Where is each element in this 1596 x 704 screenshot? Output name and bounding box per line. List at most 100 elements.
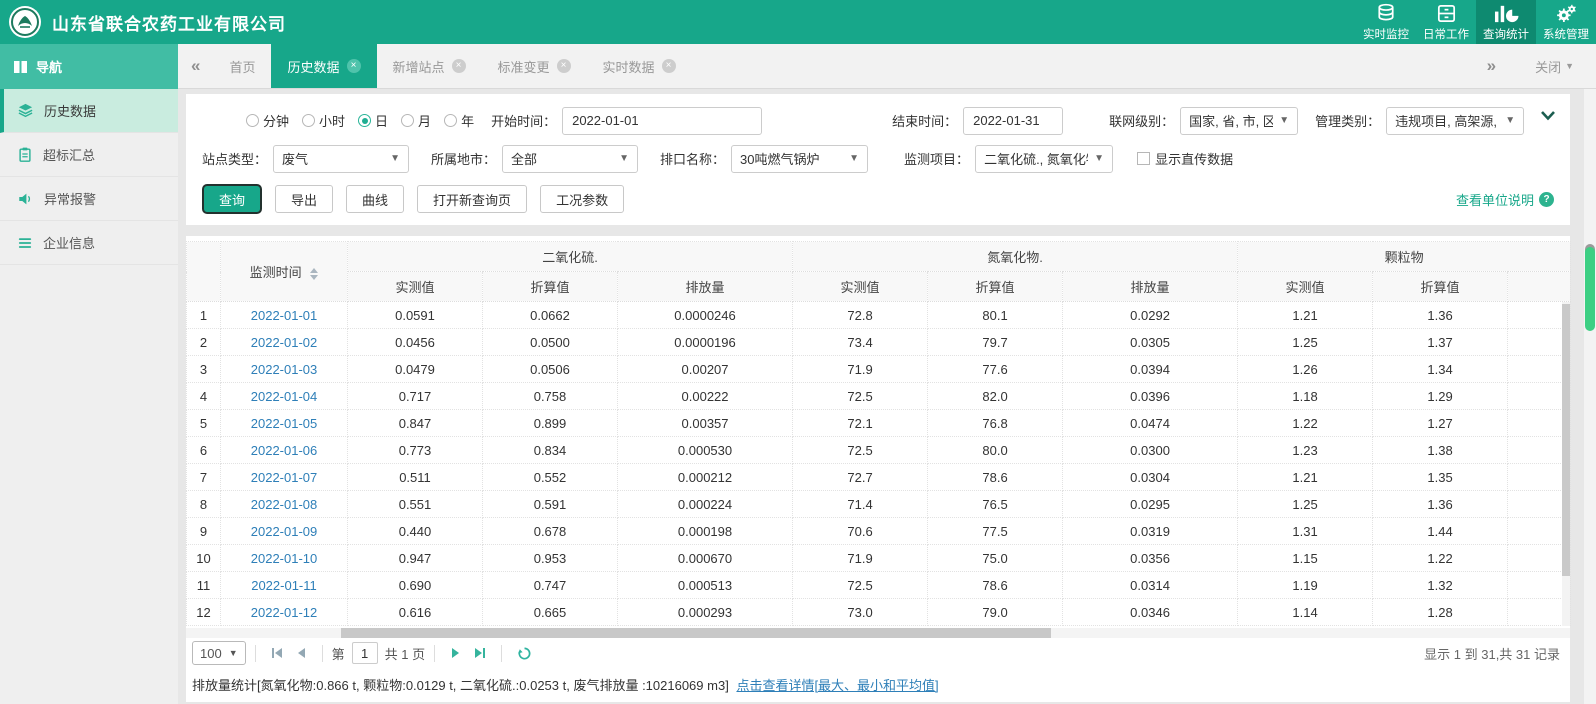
close-icon[interactable]: × (451, 59, 466, 73)
value-cell: 72.1 (792, 409, 929, 437)
sort-icon[interactable] (310, 267, 319, 280)
station-type-label: 站点类型： (202, 152, 268, 167)
radio-hour[interactable]: 小时 (302, 111, 345, 130)
date-link[interactable]: 2022-01-03 (251, 362, 318, 377)
value-cell: 0.0295 (1062, 490, 1239, 518)
radio-icon (401, 114, 415, 127)
unit-help-link[interactable]: 查看单位说明 ? (1456, 190, 1554, 209)
date-link[interactable]: 2022-01-11 (251, 578, 317, 593)
value-cell: 1.18 (1237, 382, 1374, 410)
curve-button[interactable]: 曲线 (346, 185, 405, 213)
tab-home[interactable]: 首页 (213, 44, 271, 88)
value-cell: 0.747 (482, 571, 618, 599)
sidebar-item-exceed-summary[interactable]: 超标汇总 (0, 133, 178, 177)
value-cell: 1.15 (1237, 544, 1374, 572)
close-tabs-dropdown[interactable]: 关闭 ▼ (1535, 57, 1574, 76)
radio-month[interactable]: 月 (401, 111, 431, 130)
value-cell: 0.0300 (1062, 436, 1239, 464)
export-button[interactable]: 导出 (275, 185, 334, 213)
value-cell: 73.0 (792, 598, 929, 626)
date-link[interactable]: 2022-01-04 (251, 389, 318, 404)
close-icon[interactable]: × (661, 59, 676, 73)
window-scrollbar[interactable] (1584, 89, 1596, 704)
sidebar-item-history-data[interactable]: 历史数据 (0, 89, 178, 133)
manage-category-select[interactable]: 违规项目, 高架源, 重点排; ▼ (1386, 106, 1525, 135)
pagination-bar: 100 ▼ 第 共 1 页 (186, 638, 1570, 668)
refresh-icon[interactable] (511, 646, 538, 661)
scrollbar-thumb[interactable] (1585, 247, 1595, 331)
value-cell: 0.665 (482, 598, 618, 626)
date-link[interactable]: 2022-01-10 (251, 551, 318, 566)
tab-history-data[interactable]: 历史数据 × (271, 44, 377, 88)
value-cell: 0.0292 (1062, 301, 1239, 329)
date-link[interactable]: 2022-01-05 (251, 416, 318, 431)
date-link[interactable]: 2022-01-12 (251, 605, 318, 620)
value-cell: 1.21 (1237, 463, 1374, 491)
page-size-select[interactable]: 100 ▼ (192, 641, 246, 665)
date-link[interactable]: 2022-01-07 (251, 470, 318, 485)
table-horizontal-scrollbar[interactable] (186, 628, 1570, 638)
page-number-input[interactable] (351, 642, 378, 664)
value-cell: 1.44 (1372, 517, 1509, 545)
value-cell: 0.0474 (1062, 409, 1239, 437)
table-row: 12 2022-01-12 0.616 0.665 0.000293 73.0 79.0 0.… (186, 598, 1572, 626)
close-icon[interactable]: × (556, 59, 571, 73)
value-cell: 0.847 (347, 409, 483, 437)
tabs-scroll-left-icon[interactable]: « (178, 44, 213, 88)
caret-down-icon: ▼ (849, 153, 860, 164)
value-cell: 0.000670 (616, 544, 794, 572)
nav-query-statistics[interactable]: 查询统计 (1476, 0, 1536, 44)
value-cell: 0.717 (347, 382, 483, 410)
table-row: 6 2022-01-06 0.773 0.834 0.000530 72.5 80.0 0.0… (186, 436, 1572, 464)
value-cell: 80.0 (927, 436, 1064, 464)
value-cell: 1.32 (1372, 571, 1509, 599)
table-vertical-scrollbar[interactable] (1562, 302, 1570, 626)
close-icon[interactable]: × (346, 59, 361, 73)
page-total: 共 1 页 (384, 646, 426, 662)
network-level-select[interactable]: 国家, 省, 市, 区县 ▼ (1180, 106, 1299, 135)
end-time-input[interactable] (963, 106, 1064, 135)
caret-down-icon: ▼ (1565, 61, 1574, 71)
prev-page-icon[interactable] (290, 647, 313, 659)
date-cell: 2022-01-01 (220, 301, 348, 329)
city-select[interactable]: 全部 ▼ (502, 144, 639, 173)
value-cell: 79.0 (927, 598, 1064, 626)
value-cell: 0.0394 (1062, 355, 1239, 383)
date-link[interactable]: 2022-01-08 (251, 497, 318, 512)
radio-year[interactable]: 年 (444, 111, 474, 130)
nav-daily-work[interactable]: 日常工作 (1416, 0, 1476, 44)
sidebar-item-abnormal-alarm[interactable]: 异常报警 (0, 177, 178, 221)
last-page-icon[interactable] (467, 647, 492, 659)
start-time-input[interactable] (562, 106, 763, 135)
clipboard-icon (19, 147, 31, 162)
tab-new-station[interactable]: 新增站点 × (377, 44, 482, 88)
query-button[interactable]: 查询 (202, 184, 263, 214)
value-cell: 0.0479 (347, 355, 483, 383)
direct-data-checkbox[interactable] (1137, 152, 1151, 165)
station-type-select[interactable]: 废气 ▼ (273, 144, 410, 173)
collapse-panel-chevron-icon[interactable] (1540, 110, 1556, 121)
sidebar-item-company-info[interactable]: 企业信息 (0, 221, 178, 265)
open-new-query-button[interactable]: 打开新查询页 (417, 185, 528, 213)
detail-link[interactable]: 点击查看详情[最大、最小和平均值] (736, 678, 938, 693)
nav-system-management[interactable]: 系统管理 (1536, 0, 1596, 44)
layers-icon (18, 103, 33, 118)
value-cell: 77.5 (927, 517, 1064, 545)
first-page-icon[interactable] (265, 647, 290, 659)
monitor-items-select[interactable]: 二氧化硫., 氮氧化物., 颗粒 ▼ (975, 144, 1114, 173)
outlet-name-select[interactable]: 30吨燃气锅炉 ▼ (731, 144, 869, 173)
tab-realtime-data[interactable]: 实时数据 × (587, 44, 692, 88)
radio-day[interactable]: 日 (358, 111, 388, 130)
date-link[interactable]: 2022-01-01 (251, 308, 318, 323)
next-page-icon[interactable] (444, 647, 467, 659)
date-link[interactable]: 2022-01-06 (251, 443, 318, 458)
company-title: 山东省联合农药工业有限公司 (52, 14, 286, 34)
date-link[interactable]: 2022-01-02 (251, 335, 318, 350)
radio-minute[interactable]: 分钟 (246, 111, 289, 130)
date-link[interactable]: 2022-01-09 (251, 524, 318, 539)
working-condition-button[interactable]: 工况参数 (540, 185, 625, 213)
nav-realtime-monitor[interactable]: 实时监控 (1356, 0, 1416, 44)
tabs-scroll-right-icon[interactable]: » (1474, 56, 1509, 76)
time-column-header[interactable]: 监测时间 (220, 241, 348, 302)
tab-standard-change[interactable]: 标准变更 × (482, 44, 587, 88)
